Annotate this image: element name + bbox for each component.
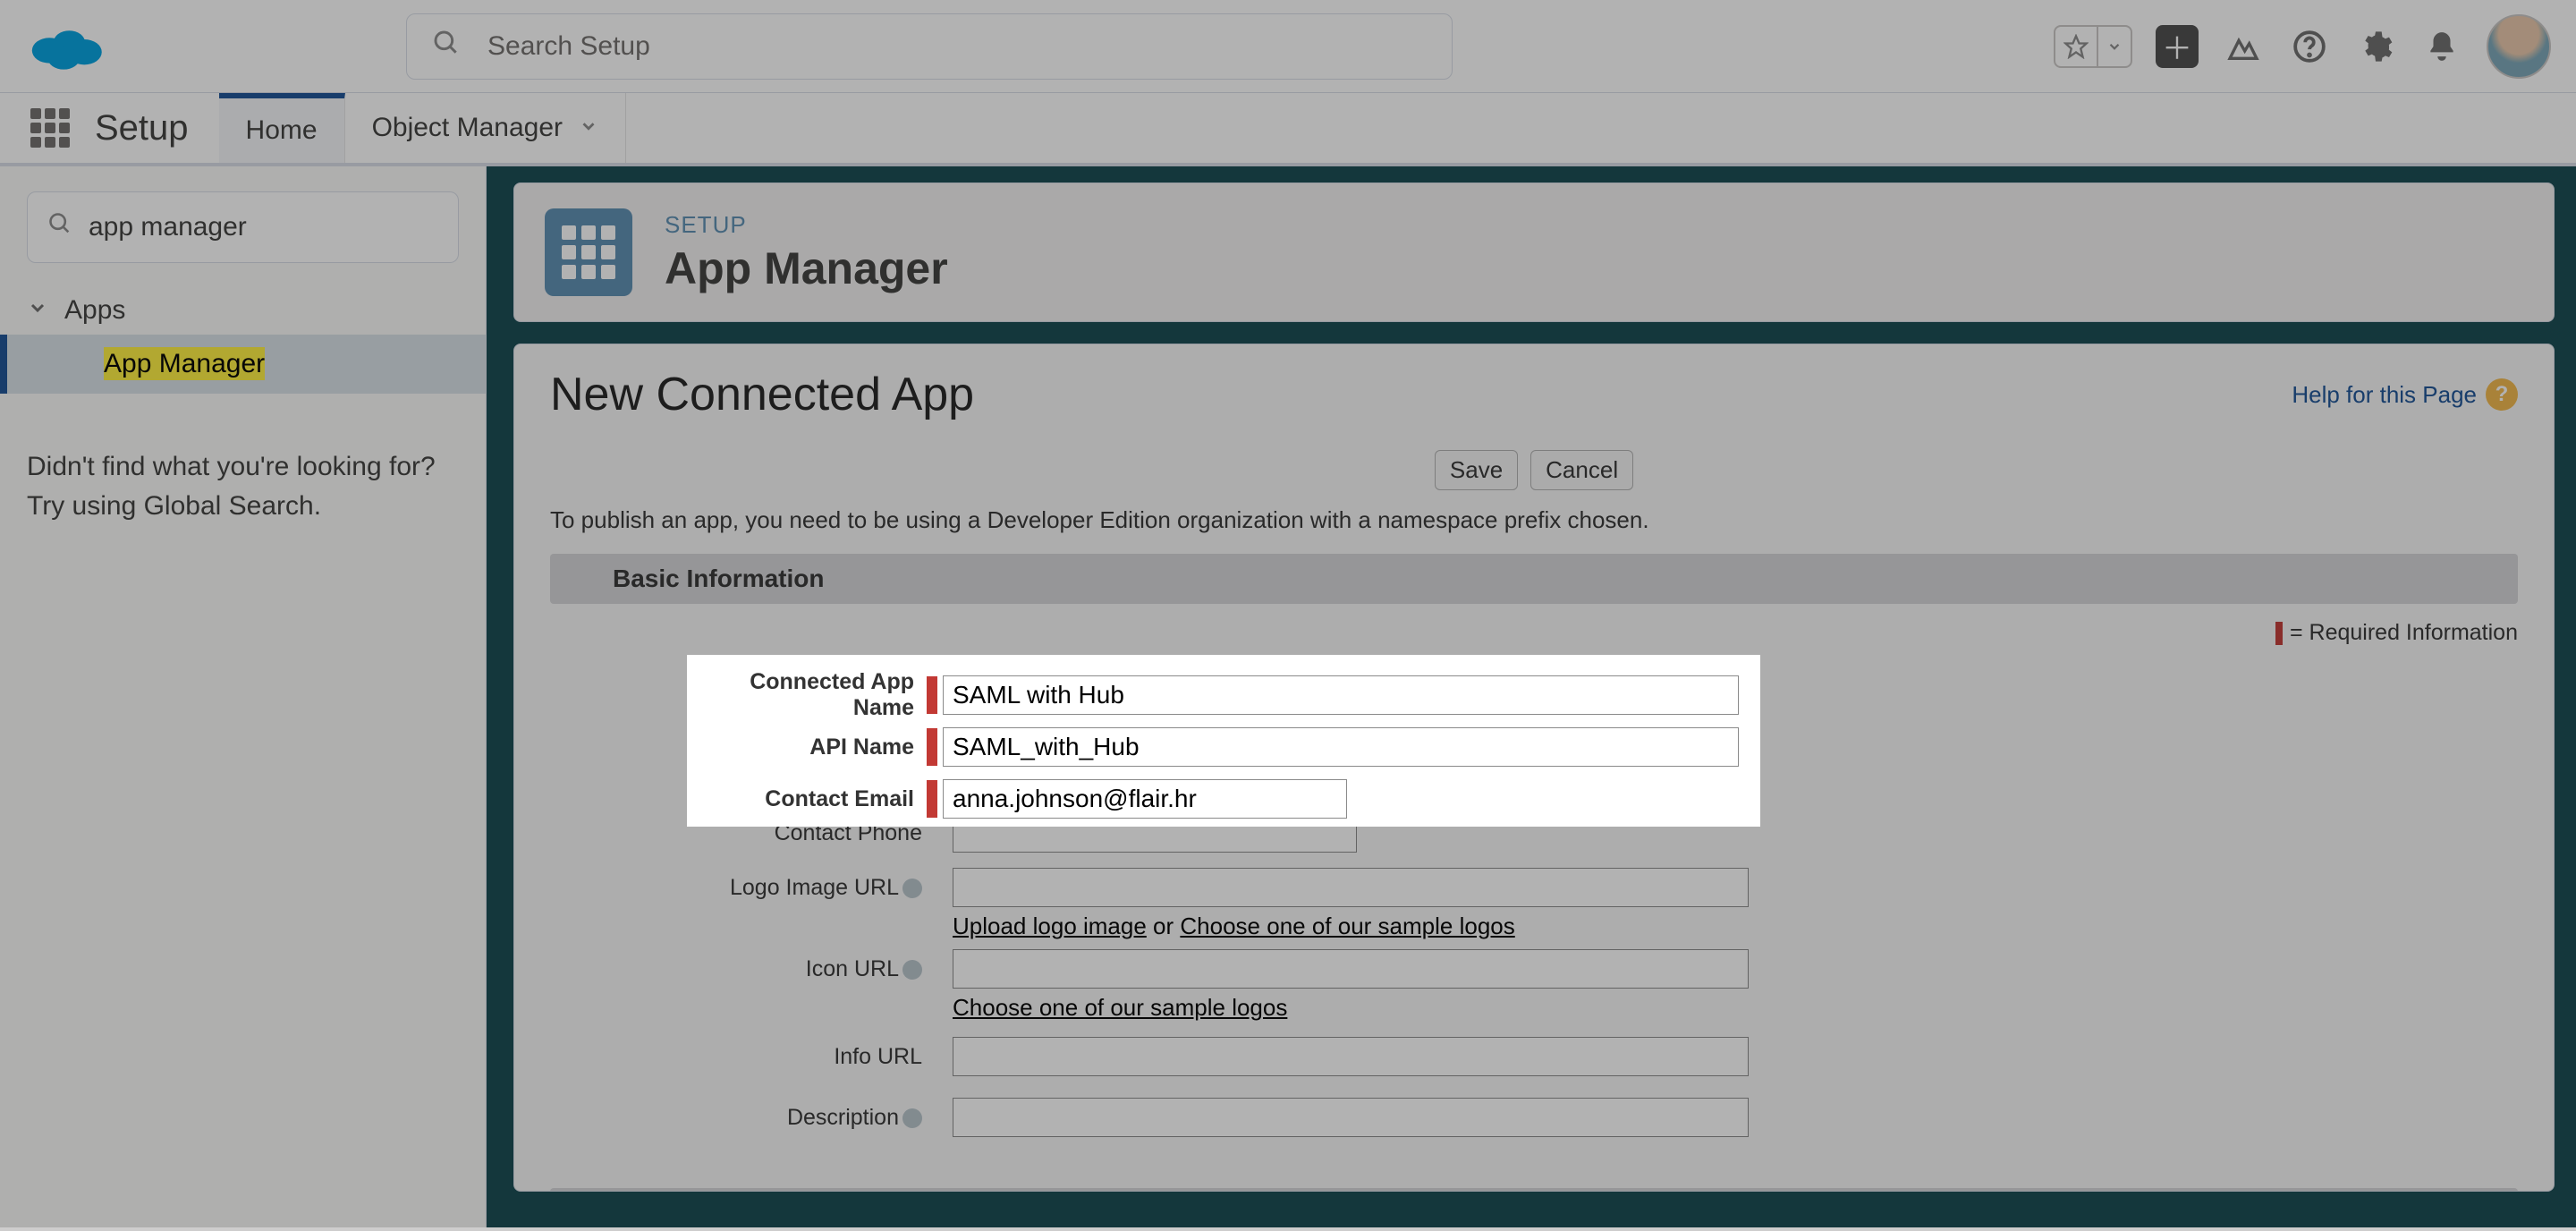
info-icon: [902, 879, 922, 898]
cancel-button[interactable]: Cancel: [1530, 450, 1633, 490]
info-url-input[interactable]: [953, 1037, 1749, 1076]
bell-icon[interactable]: [2420, 25, 2463, 68]
save-button[interactable]: Save: [1435, 450, 1518, 490]
info-icon: [902, 960, 922, 980]
app-manager-icon: [545, 208, 632, 296]
chevron-down-icon: [579, 113, 598, 143]
app-launcher-button[interactable]: [25, 93, 75, 163]
help-for-page-link[interactable]: Help for this Page ?: [2292, 378, 2518, 411]
trailhead-icon[interactable]: [2222, 25, 2265, 68]
star-icon[interactable]: [2055, 27, 2098, 66]
app-title: Setup: [95, 93, 219, 163]
search-icon: [432, 29, 461, 64]
upload-logo-link[interactable]: Upload logo image: [953, 913, 1147, 939]
description-input[interactable]: [953, 1098, 1749, 1137]
required-legend: = Required Information: [550, 620, 2518, 646]
row-info-url: Info URL: [550, 1031, 2518, 1082]
info-icon: [902, 1108, 922, 1128]
global-search-input[interactable]: Search Setup: [406, 13, 1453, 80]
sidebar: app manager Apps App Manager Didn't find…: [0, 166, 487, 1227]
chevron-down-icon: [27, 295, 48, 326]
help-icon: ?: [2486, 378, 2518, 411]
label-contact-email: Contact Email: [698, 786, 927, 812]
publish-note: To publish an app, you need to be using …: [550, 506, 2518, 534]
favorites-group[interactable]: [2054, 25, 2132, 68]
sidebar-not-found-msg: Didn't find what you're looking for? Try…: [27, 447, 459, 525]
row-contact-email-hl: Contact Email: [698, 773, 1750, 825]
api-name-input[interactable]: [943, 727, 1739, 767]
contact-email-input[interactable]: [943, 779, 1347, 819]
gear-icon[interactable]: [2354, 25, 2397, 68]
header-eyebrow: SETUP: [665, 211, 948, 239]
sidebar-group-apps[interactable]: Apps: [27, 286, 459, 335]
row-description: Description: [550, 1091, 2518, 1143]
row-logo-url: Logo Image URL Upload logo image or Choo…: [550, 868, 2518, 940]
section-basic-information: Basic Information: [550, 554, 2518, 604]
header-title: App Manager: [665, 242, 948, 294]
tab-object-manager[interactable]: Object Manager: [345, 93, 626, 163]
row-icon-url: Icon URL Choose one of our sample logos: [550, 949, 2518, 1022]
global-header: Search Setup ＋: [0, 0, 2576, 93]
sidebar-search-value: app manager: [89, 212, 247, 242]
connected-app-name-input[interactable]: [943, 675, 1739, 715]
page-heading: New Connected App: [550, 368, 974, 421]
page-header-card: SETUP App Manager: [513, 183, 2555, 322]
section-oauth-settings[interactable]: API (Enable OAuth Settings): [550, 1188, 2518, 1192]
global-create-button[interactable]: ＋: [2156, 25, 2199, 68]
help-icon[interactable]: [2288, 25, 2331, 68]
chevron-down-icon[interactable]: [2098, 27, 2131, 66]
sidebar-item-app-manager[interactable]: App Manager: [0, 335, 486, 394]
sidebar-search-input[interactable]: app manager: [27, 191, 459, 263]
icon-url-input[interactable]: [953, 949, 1749, 989]
label-api-name: API Name: [698, 734, 927, 760]
row-api-name-hl: API Name: [698, 721, 1750, 773]
choose-sample-logo-link-2[interactable]: Choose one of our sample logos: [953, 994, 1287, 1021]
global-search-placeholder: Search Setup: [487, 31, 650, 62]
logo-image-url-input[interactable]: [953, 868, 1749, 907]
header-utility-bar: ＋: [2054, 14, 2551, 79]
search-icon: [47, 211, 72, 243]
avatar[interactable]: [2487, 14, 2551, 79]
icon-sublinks: Choose one of our sample logos: [953, 994, 1749, 1022]
choose-sample-logo-link[interactable]: Choose one of our sample logos: [1180, 913, 1514, 939]
nav-bar: Setup Home Object Manager: [0, 93, 2576, 166]
label-connected-app-name: Connected App Name: [698, 669, 927, 721]
salesforce-logo: [25, 19, 106, 74]
tab-home[interactable]: Home: [219, 93, 345, 163]
logo-sublinks: Upload logo image or Choose one of our s…: [953, 913, 1749, 940]
row-connected-app-name-hl: Connected App Name: [698, 669, 1750, 721]
